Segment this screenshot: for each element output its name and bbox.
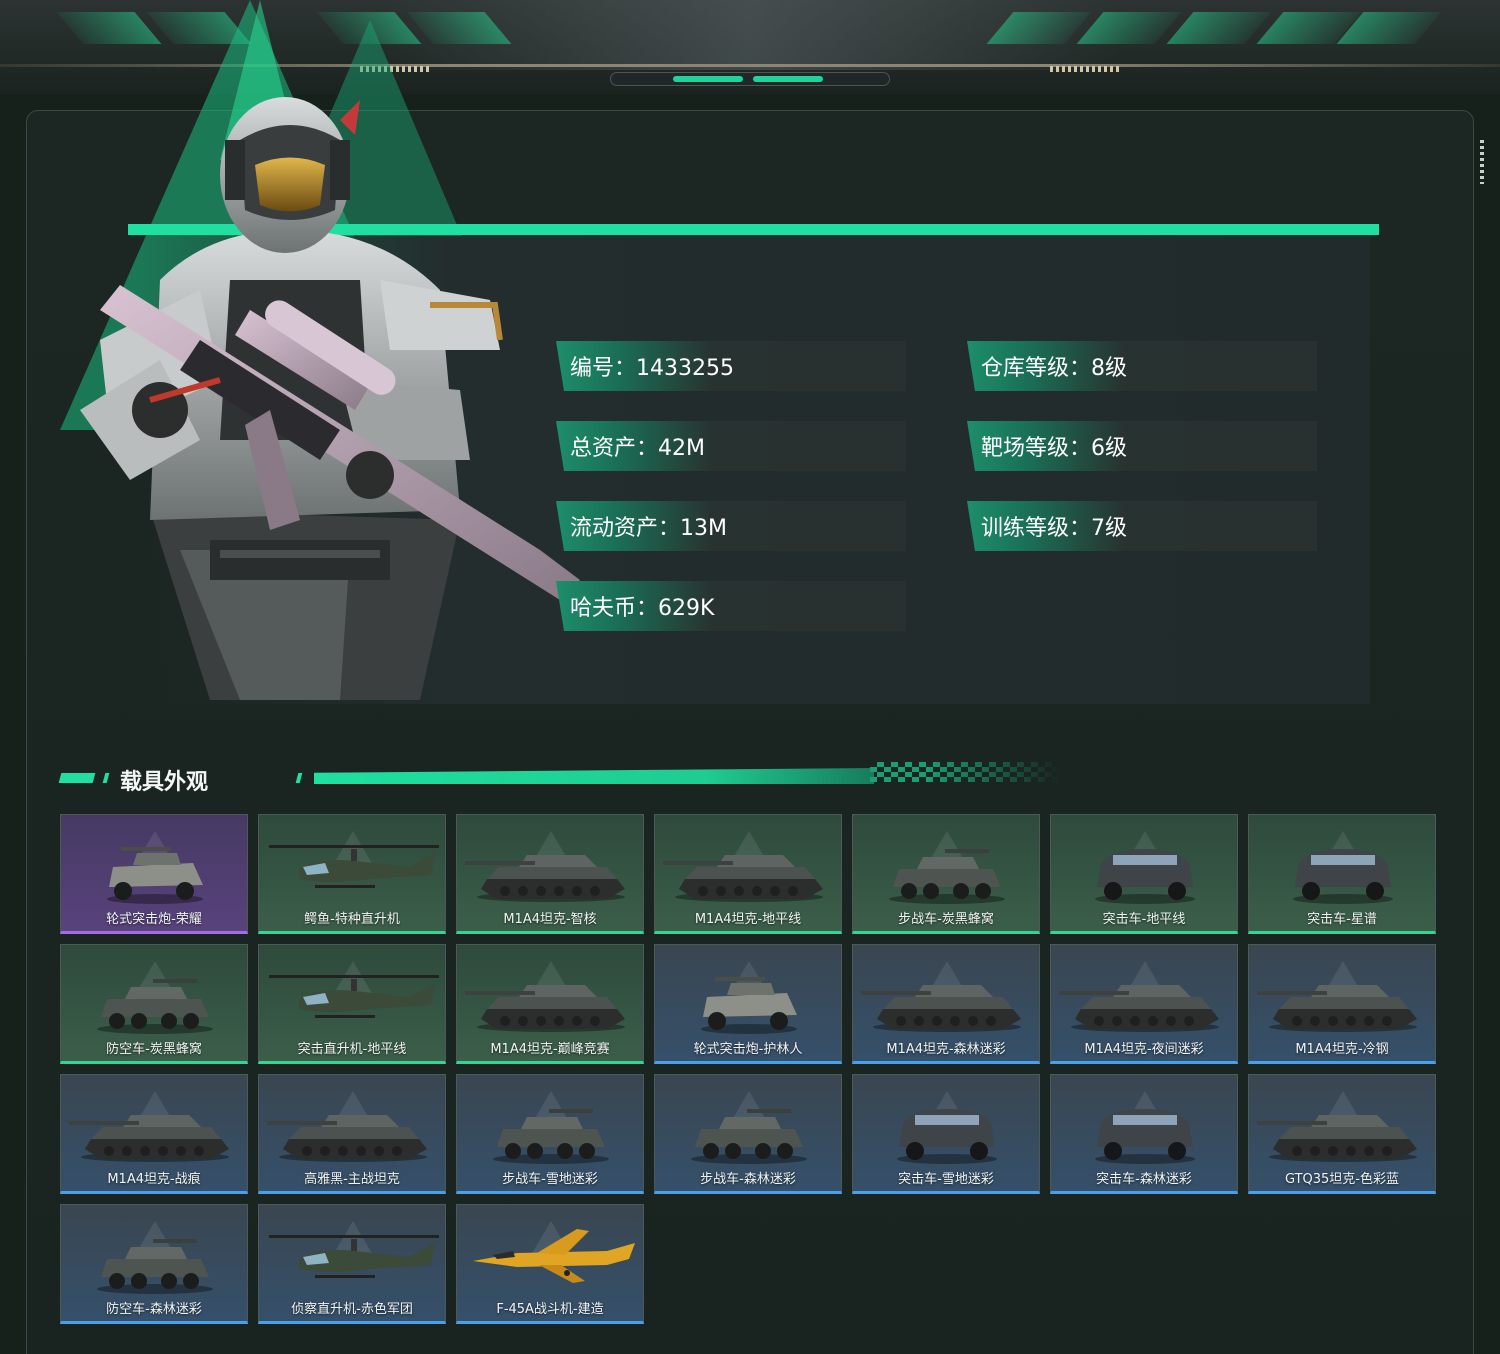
- vehicle-name: 突击车-雪地迷彩: [898, 1172, 994, 1187]
- vehicle-card[interactable]: M1A4坦克-战痕: [60, 1074, 248, 1194]
- vehicle-name: M1A4坦克-冷钢: [1295, 1042, 1389, 1057]
- vehicle-name: F-45A战斗机-建造: [496, 1302, 604, 1317]
- vehicle-card[interactable]: M1A4坦克-巅峰竞赛: [456, 944, 644, 1064]
- vehicle-card[interactable]: M1A4坦克-地平线: [654, 814, 842, 934]
- vehicle-card[interactable]: 鳄鱼-特种直升机: [258, 814, 446, 934]
- vehicle-card[interactable]: M1A4坦克-智核: [456, 814, 644, 934]
- header-long-bar: [314, 768, 874, 784]
- vehicle-jet-image: [473, 1229, 635, 1283]
- vehicle-card[interactable]: 突击车-地平线: [1050, 814, 1238, 934]
- header-stripes: [1050, 66, 1120, 72]
- section-title: 载具外观: [120, 770, 209, 795]
- vehicle-card[interactable]: M1A4坦克-夜间迷彩: [1050, 944, 1238, 1064]
- vehicle-name: 防空车-森林迷彩: [106, 1302, 202, 1317]
- vehicle-car-image: [1293, 849, 1393, 904]
- vehicle-card[interactable]: 突击车-雪地迷彩: [852, 1074, 1040, 1194]
- vehicle-name: 防空车-炭黑蜂窝: [106, 1042, 202, 1057]
- vehicle-tank-image: [465, 985, 625, 1032]
- vehicle-card[interactable]: 防空车-炭黑蜂窝: [60, 944, 248, 1064]
- vehicle-wheeled-image: [107, 847, 203, 904]
- vehicle-tank-image: [267, 1115, 427, 1162]
- header-accent-bar: [295, 773, 303, 783]
- vehicle-name: 轮式突击炮-护林人: [693, 1042, 803, 1057]
- operator-portrait: [80, 97, 580, 700]
- vehicle-tank-image: [861, 985, 1021, 1032]
- vehicle-name: 突击车-森林迷彩: [1096, 1172, 1192, 1187]
- vehicle-name: 鳄鱼-特种直升机: [304, 912, 400, 927]
- vehicle-card[interactable]: 防空车-森林迷彩: [60, 1204, 248, 1324]
- vehicle-name: GTQ35坦克-色彩蓝: [1284, 1172, 1400, 1187]
- stat-havoc-coins: 哈夫币：629K: [556, 581, 906, 631]
- vehicle-card[interactable]: F-45A战斗机-建造: [456, 1204, 644, 1324]
- vehicle-card[interactable]: GTQ35坦克-色彩蓝: [1248, 1074, 1436, 1194]
- vehicle-name: M1A4坦克-森林迷彩: [886, 1042, 1006, 1057]
- vehicle-name: M1A4坦克-地平线: [694, 912, 802, 927]
- vehicle-name: 步战车-炭黑蜂窝: [898, 912, 994, 927]
- vehicle-name: M1A4坦克-智核: [503, 912, 597, 927]
- vehicle-car-image: [1095, 1109, 1195, 1164]
- vehicle-ifv-image: [691, 1109, 807, 1164]
- stat-training-level: 训练等级：7级: [967, 501, 1317, 551]
- vehicle-name: 步战车-雪地迷彩: [502, 1172, 598, 1187]
- vehicle-card[interactable]: 突击车-星谱: [1248, 814, 1436, 934]
- header-slash-decoration: [1166, 12, 1272, 44]
- vehicle-wheeled-image: [701, 977, 797, 1034]
- header-center-indicator: [610, 72, 890, 86]
- vehicle-card[interactable]: 步战车-炭黑蜂窝: [852, 814, 1040, 934]
- vehicle-name: 侦察直升机-赤色军团: [291, 1302, 413, 1317]
- vehicle-card[interactable]: 轮式突击炮-护林人: [654, 944, 842, 1064]
- vehicle-tank-image: [1257, 1115, 1417, 1162]
- stat-liquid-assets: 流动资产：13M: [556, 501, 906, 551]
- vehicle-car-image: [1095, 849, 1195, 904]
- vehicle-name: M1A4坦克-战痕: [107, 1172, 201, 1187]
- vehicle-tank-image: [69, 1115, 229, 1162]
- vehicle-tank-image: [663, 855, 823, 902]
- vehicle-ifv-image: [493, 1109, 609, 1164]
- vehicle-card[interactable]: 高雅黑-主战坦克: [258, 1074, 446, 1194]
- vehicle-name: 步战车-森林迷彩: [700, 1172, 796, 1187]
- vehicle-name: 突击车-星谱: [1307, 912, 1377, 927]
- vehicle-name: M1A4坦克-夜间迷彩: [1084, 1042, 1204, 1057]
- vehicle-ifv-image: [889, 849, 1005, 904]
- panel-scroll-dots: [1480, 140, 1484, 184]
- stat-total-assets: 总资产：42M: [556, 421, 906, 471]
- vehicle-skins-header: 载具外观: [58, 760, 1060, 795]
- stat-range-level: 靶场等级：6级: [967, 421, 1317, 471]
- vehicle-card[interactable]: 突击车-森林迷彩: [1050, 1074, 1238, 1194]
- header-accent-bar: [58, 773, 96, 783]
- vehicle-card[interactable]: 侦察直升机-赤色军团: [258, 1204, 446, 1324]
- vehicle-car-image: [897, 1109, 997, 1164]
- vehicle-name: 突击车-地平线: [1102, 912, 1186, 927]
- vehicle-heli-image: [269, 975, 439, 1018]
- vehicle-card[interactable]: 步战车-雪地迷彩: [456, 1074, 644, 1194]
- vehicle-card[interactable]: 突击直升机-地平线: [258, 944, 446, 1064]
- vehicle-tank-image: [465, 855, 625, 902]
- vehicle-name: M1A4坦克-巅峰竞赛: [490, 1042, 610, 1057]
- vehicle-name: 突击直升机-地平线: [297, 1042, 407, 1057]
- vehicle-card[interactable]: 轮式突击炮-荣耀: [60, 814, 248, 934]
- stat-player-id: 编号：1433255: [556, 341, 906, 391]
- vehicle-tank-image: [1257, 985, 1417, 1032]
- vehicle-card[interactable]: M1A4坦克-森林迷彩: [852, 944, 1040, 1064]
- vehicle-ifv-image: [97, 1239, 213, 1294]
- vehicle-ifv-image: [97, 979, 213, 1034]
- vehicle-tank-image: [1059, 985, 1219, 1032]
- vehicle-card[interactable]: 步战车-森林迷彩: [654, 1074, 842, 1194]
- vehicle-heli-image: [269, 845, 439, 888]
- header-accent-bar: [102, 773, 110, 783]
- header-checker-pattern: [870, 762, 1060, 782]
- vehicle-heli-image: [269, 1235, 439, 1278]
- vehicle-card[interactable]: M1A4坦克-冷钢: [1248, 944, 1436, 1064]
- vehicle-name: 高雅黑-主战坦克: [304, 1172, 400, 1187]
- vehicle-name: 轮式突击炮-荣耀: [106, 912, 202, 927]
- stat-warehouse-level: 仓库等级：8级: [967, 341, 1317, 391]
